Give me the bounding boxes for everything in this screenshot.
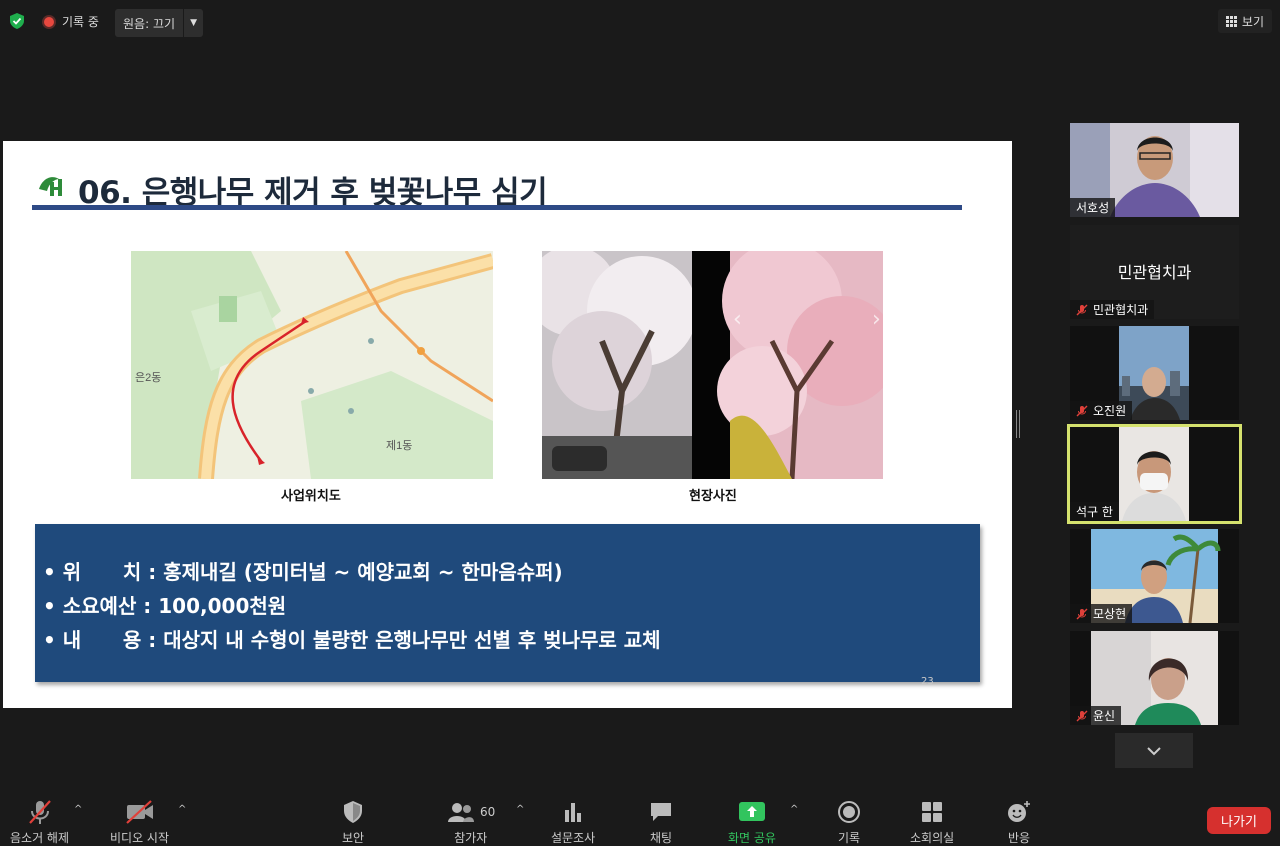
microphone-muted-icon <box>1076 608 1088 619</box>
participants-icon <box>448 803 474 822</box>
recording-label: 기록 중 <box>62 15 99 29</box>
record-icon <box>838 801 860 823</box>
participant-tile[interactable]: 모상현 <box>1070 529 1239 623</box>
participant-name-tag: 모상현 <box>1070 604 1133 623</box>
video-off-icon <box>125 800 153 824</box>
view-label: 보기 <box>1241 14 1264 29</box>
participant-count: 60 <box>480 805 496 819</box>
map-caption: 사업위치도 <box>281 489 341 504</box>
audio-options-caret[interactable]: ^ <box>74 804 82 815</box>
share-screen-label: 화면 공유 <box>728 831 776 845</box>
top-bar: 기록 중 원음: 끄기 ▼ 보기 <box>0 0 1280 44</box>
video-options-caret[interactable]: ^ <box>178 804 186 815</box>
participants-label: 참가자 <box>454 831 488 845</box>
recording-indicator[interactable]: 기록 중 <box>42 13 99 30</box>
meeting-controls-toolbar: 음소거 해제 ^ 비디오 시작 ^ 보안 60 참가자 ^ 설문조사 채팅 화면… <box>0 790 1280 845</box>
reactions-button[interactable]: 반응 <box>1006 798 1032 846</box>
photo-caption: 현장사진 <box>689 489 737 504</box>
project-info-box: • 위 치 : 홍제내길 (장미터널 ~ 예양교회 ~ 한마음슈퍼) • 소요예… <box>35 524 980 682</box>
participants-options-caret[interactable]: ^ <box>516 804 524 815</box>
record-button[interactable]: 기록 <box>837 798 861 846</box>
info-budget: • 소요예산 : 100,000천원 <box>43 594 287 618</box>
reactions-label: 반응 <box>1007 831 1031 845</box>
participant-name-tag: 석구 한 <box>1070 502 1119 521</box>
smiley-plus-icon <box>1008 801 1030 822</box>
polls-label: 설문조사 <box>551 831 596 845</box>
share-screen-icon <box>738 802 765 821</box>
bar-chart-icon <box>565 803 582 822</box>
participant-name: 석구 한 <box>1076 505 1113 519</box>
title-underline <box>32 205 962 210</box>
participant-tile[interactable]: 민관협치과 민관협치과 <box>1070 225 1239 319</box>
participant-name-tag: 오진원 <box>1070 401 1133 420</box>
slide-page-number: 23 <box>921 676 934 687</box>
district-logo-icon <box>39 177 62 196</box>
info-content: • 내 용 : 대상지 내 수형이 불량한 은행나무만 선별 후 벚나무로 교체 <box>43 628 661 652</box>
grid-icon <box>1225 15 1237 27</box>
chevron-down-icon <box>1147 746 1161 755</box>
participant-display-name: 민관협치과 <box>1117 263 1192 282</box>
security-button[interactable]: 보안 <box>341 798 365 846</box>
record-label: 기록 <box>837 831 861 845</box>
microphone-muted-icon <box>28 800 51 824</box>
chat-label: 채팅 <box>649 831 673 845</box>
polls-button[interactable]: 설문조사 <box>551 798 595 846</box>
microphone-muted-icon <box>1076 304 1088 315</box>
participant-tile-active-speaker[interactable]: 석구 한 <box>1067 424 1242 524</box>
chevron-left-icon: ‹ <box>733 307 742 332</box>
original-sound-toggle[interactable]: 원음: 끄기 ▼ <box>115 9 204 37</box>
security-shield-icon[interactable] <box>8 12 26 30</box>
participants-button[interactable]: 60 참가자 <box>446 798 495 846</box>
microphone-muted-icon <box>1076 710 1088 721</box>
info-location: • 위 치 : 홍제내길 (장미터널 ~ 예양교회 ~ 한마음슈퍼) <box>43 560 563 584</box>
map-label: 제1동 <box>386 439 412 452</box>
map-label: 은2동 <box>135 371 161 384</box>
chat-button[interactable]: 채팅 <box>648 798 674 846</box>
record-dot-icon <box>42 14 56 29</box>
location-map: 은2동 제1동 <box>131 251 493 479</box>
participant-name-tag: 윤신 <box>1070 706 1122 725</box>
panel-resize-handle[interactable] <box>1016 410 1020 438</box>
participant-tile[interactable]: 윤신 <box>1070 631 1239 725</box>
breakout-rooms-icon <box>922 802 943 822</box>
participant-name: 오진원 <box>1093 404 1127 418</box>
participant-name: 서호성 <box>1076 201 1110 215</box>
shared-screen-slide: 06. 은행나무 제거 후 벚꽃나무 심기 은2동 제1동 ‹ › 사업위치도 … <box>3 141 1012 708</box>
participant-name: 윤신 <box>1093 709 1116 723</box>
chat-bubble-icon <box>651 803 671 821</box>
chevron-down-icon[interactable]: ▼ <box>183 9 203 37</box>
original-sound-label: 원음: 끄기 <box>123 17 176 31</box>
gallery-scroll-down-button[interactable] <box>1115 733 1193 768</box>
site-photo: ‹ › <box>542 251 883 479</box>
participant-name-tag: 서호성 <box>1070 198 1116 217</box>
share-options-caret[interactable]: ^ <box>790 804 798 815</box>
chevron-right-icon: › <box>872 307 881 332</box>
breakout-rooms-button[interactable]: 소회의실 <box>910 798 954 846</box>
participant-name: 민관협치과 <box>1093 303 1149 317</box>
participant-tile[interactable]: 서호성 <box>1070 123 1239 217</box>
start-video-button[interactable]: 비디오 시작 <box>110 798 169 846</box>
microphone-muted-icon <box>1076 405 1088 416</box>
unmute-label: 음소거 해제 <box>10 831 70 845</box>
shield-icon <box>344 801 362 823</box>
start-video-label: 비디오 시작 <box>110 831 170 845</box>
unmute-button[interactable]: 음소거 해제 <box>10 798 69 846</box>
security-label: 보안 <box>341 831 365 845</box>
share-screen-button[interactable]: 화면 공유 <box>728 798 776 846</box>
leave-meeting-button[interactable]: 나가기 <box>1207 807 1271 834</box>
participant-name: 모상현 <box>1093 607 1127 621</box>
participant-name-tag: 민관협치과 <box>1070 300 1155 319</box>
breakout-rooms-label: 소회의실 <box>910 831 955 845</box>
view-button[interactable]: 보기 <box>1217 9 1272 33</box>
participant-tile[interactable]: 오진원 <box>1070 326 1239 420</box>
